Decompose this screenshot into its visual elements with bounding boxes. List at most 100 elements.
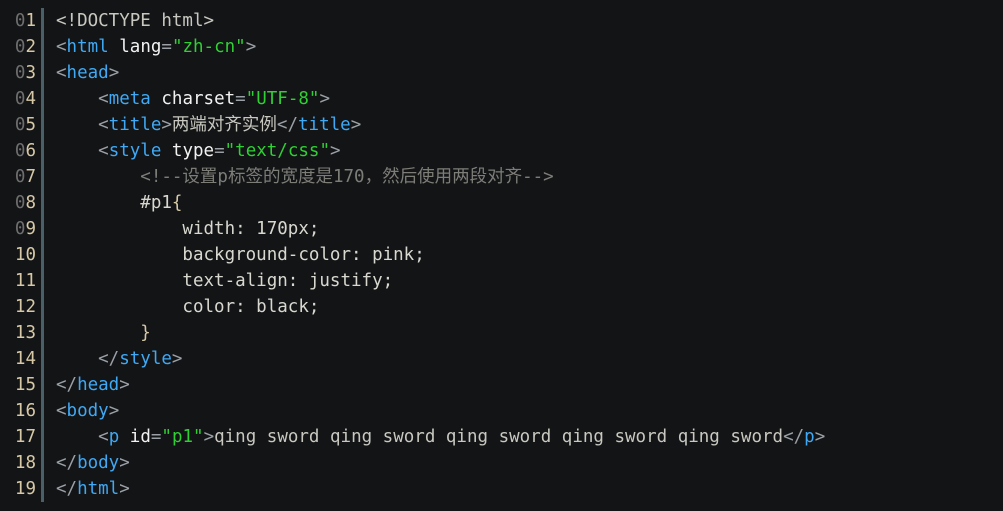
line-number-value: 2 [25,37,36,57]
code-line[interactable]: 12 color: black; [0,294,1003,320]
token-comment: <!--设置p标签的宽度是170，然后使用两段对齐--> [56,167,554,187]
code-line[interactable]: 01 <!DOCTYPE html> [0,8,1003,34]
token-punct: </ [56,453,78,473]
token-punct: > [350,115,362,135]
token-punct: > [119,479,130,499]
token-tag: body [66,401,109,421]
token-punct: > [245,37,257,57]
line-number: 19 [14,479,36,499]
line-number: 13 [14,323,36,343]
code-line-text: <style type="text/css"> [44,138,341,164]
token-css: color: black; [56,297,320,317]
code-line-text: </html> [44,476,130,502]
token-punct: > [329,141,341,161]
token-attr: type [171,141,215,161]
code-line[interactable]: 07 <!--设置p标签的宽度是170，然后使用两段对齐--> [0,164,1003,190]
code-line[interactable]: 15 </head> [0,372,1003,398]
token-tag: p [804,427,815,447]
token-content: qing sword qing sword qing sword qing sw… [214,427,784,447]
token-tag: p [108,427,120,447]
code-line-text: text-align: justify; [44,268,393,294]
token-attr: lang [119,37,162,57]
token-punct: < [56,115,109,135]
token-punct: </ [56,479,78,499]
token-css: background-color: pink; [56,245,425,265]
code-line[interactable]: 13 } [0,320,1003,346]
token-punct: = [150,427,162,447]
code-line-text: <body> [44,398,119,424]
token-brace: } [140,323,151,343]
code-line[interactable]: 06 <style type="text/css"> [0,138,1003,164]
code-line[interactable]: 04 <meta charset="UTF-8"> [0,86,1003,112]
code-line[interactable]: 19 </html> [0,476,1003,502]
code-line[interactable]: 05 <title>两端对齐实例</title> [0,112,1003,138]
token-css: width: 170px; [56,219,320,239]
line-number-value: 1 [25,11,36,31]
token-punct: </ [56,375,78,395]
line-number-pad: 0 [14,141,26,161]
code-line-text: } [44,320,151,346]
token-css [56,323,140,343]
line-number: 17 [14,427,36,447]
token-punct: = [214,141,225,161]
code-line[interactable]: 10 background-color: pink; [0,242,1003,268]
token-doctype: <!DOCTYPE html> [56,11,215,31]
token-attr: charset [161,89,236,109]
token-tag: style [119,349,172,369]
token-tag: html [66,37,109,57]
line-number: 16 [14,401,36,421]
token-punct: < [56,89,109,109]
code-line-text: #p1{ [44,190,182,216]
line-number-pad: 0 [14,219,26,239]
line-number-pad: 0 [14,63,26,83]
code-line[interactable]: 17 <p id="p1">qing sword qing sword qing… [0,424,1003,450]
line-number: 09 [0,216,36,242]
token-punct: > [203,427,215,447]
line-number-pad: 0 [14,115,26,135]
token-punct: < [56,427,109,447]
code-line-text: <html lang="zh-cn"> [44,34,256,60]
token-punct: > [108,63,120,83]
line-number-value: 5 [25,115,36,135]
token-punct: > [119,453,130,473]
line-number: 18 [14,453,36,473]
token-css: text-align: justify; [56,271,394,291]
line-number-value: 8 [25,193,36,213]
code-line[interactable]: 16 <body> [0,398,1003,424]
token-tag: title [108,115,162,135]
line-number: 05 [0,112,36,138]
line-number-value: 3 [25,63,36,83]
token-punct: > [108,401,120,421]
token-tag: head [77,375,120,395]
line-number: 01 [0,8,36,34]
code-line-text: <!DOCTYPE html> [44,8,214,34]
code-line[interactable]: 03 <head> [0,60,1003,86]
code-viewer[interactable]: 01 <!DOCTYPE html> 02 <html lang="zh-cn"> 03… [0,0,1003,511]
token-punct: > [119,375,130,395]
token-string: "text/css" [224,141,330,161]
code-line-text: <!--设置p标签的宽度是170，然后使用两段对齐--> [44,164,554,190]
line-number-pad: 0 [14,11,26,31]
code-line[interactable]: 14 </style> [0,346,1003,372]
token-css: #p1 [56,193,172,213]
line-number-value: 9 [25,219,36,239]
code-line-text: <head> [44,60,119,86]
code-line-text: <p id="p1">qing sword qing sword qing sw… [44,424,825,450]
code-line[interactable]: 09 width: 170px; [0,216,1003,242]
token-tag: head [66,63,109,83]
token-punct: </ [276,115,298,135]
code-line[interactable]: 11 text-align: justify; [0,268,1003,294]
code-line[interactable]: 18 </body> [0,450,1003,476]
token-punct: = [161,37,172,57]
line-number-pad: 0 [14,37,26,57]
token-string: "p1" [161,427,204,447]
line-number-value: 6 [25,141,36,161]
code-line[interactable]: 08 #p1{ [0,190,1003,216]
code-line[interactable]: 02 <html lang="zh-cn"> [0,34,1003,60]
code-line-text: background-color: pink; [44,242,425,268]
token-punct: </ [56,349,120,369]
token-punct: < [56,37,67,57]
code-line-text: </body> [44,450,130,476]
